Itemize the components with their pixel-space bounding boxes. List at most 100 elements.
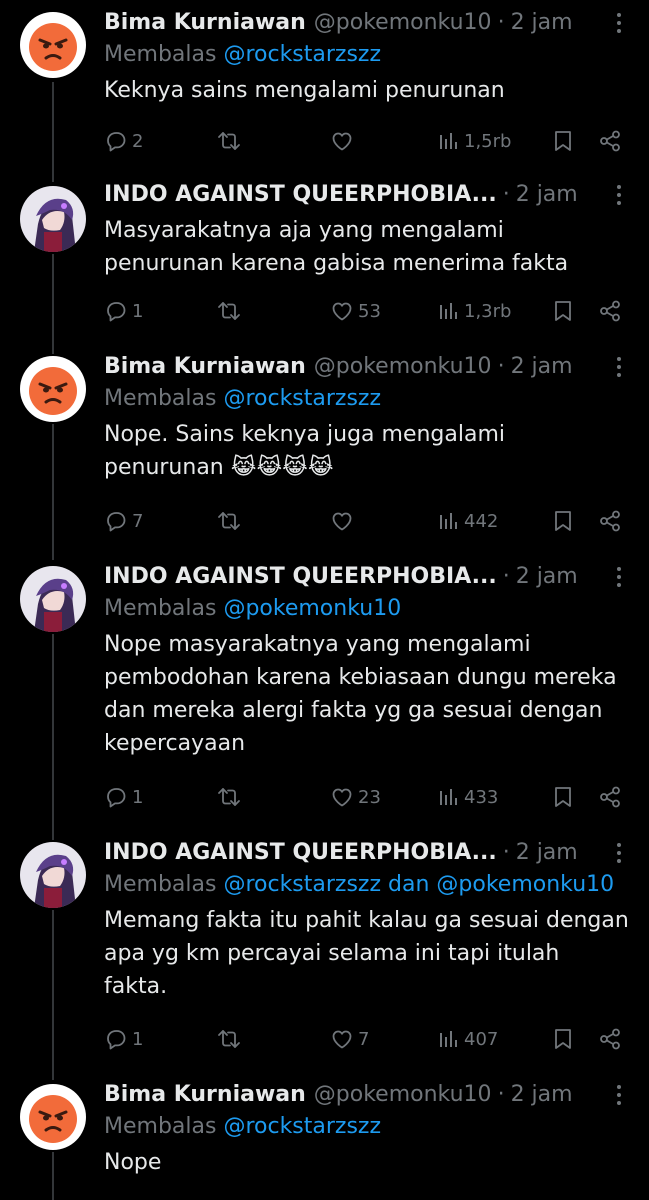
display-name[interactable]: INDO AGAINST QUEERPHOBIA... (104, 838, 497, 868)
like-count: 53 (358, 300, 381, 322)
separator-dot: · (497, 10, 505, 35)
views-icon (438, 509, 460, 533)
bookmark-button[interactable] (552, 296, 574, 326)
bookmark-button[interactable] (552, 1024, 574, 1054)
views-count: 442 (464, 510, 499, 532)
retweet-icon (216, 129, 242, 153)
separator-dot: · (502, 564, 510, 589)
share-button[interactable] (598, 782, 622, 812)
display-name[interactable]: Bima Kurniawan (104, 352, 306, 382)
reply-icon (104, 509, 128, 533)
reply-button[interactable]: 7 (104, 506, 143, 536)
replying-to-label: Membalas (104, 42, 217, 67)
views-icon (438, 129, 460, 153)
avatar-angry-face[interactable] (20, 12, 86, 78)
retweet-button[interactable] (216, 126, 246, 156)
timestamp[interactable]: 2 jam (511, 1080, 573, 1110)
more-options-icon[interactable] (607, 562, 631, 592)
timestamp[interactable]: 2 jam (516, 562, 578, 592)
more-options-icon[interactable] (607, 352, 631, 382)
avatar-angry-face[interactable] (20, 356, 86, 422)
share-icon (598, 299, 622, 323)
views-button[interactable]: 1,5rb (438, 126, 511, 156)
tweet-text: Memang fakta itu pahit kalau ga sesuai d… (104, 908, 629, 999)
avatar-anime-character[interactable] (20, 842, 86, 908)
avatar-anime-character[interactable] (20, 186, 86, 252)
retweet-button[interactable] (216, 506, 246, 536)
replying-to-label: Membalas (104, 1114, 217, 1139)
mention-link[interactable]: @pokemonku10 (436, 872, 614, 897)
separator-dot: · (502, 840, 510, 865)
more-options-icon[interactable] (607, 8, 631, 38)
tweet[interactable]: INDO AGAINST QUEERPHOBIA... · 2 jam Masy… (0, 180, 649, 350)
replying-to-label: Membalas (104, 872, 217, 897)
mention-separator: dan (388, 872, 430, 897)
views-button[interactable]: 1,3rb (438, 296, 511, 326)
display-name[interactable]: INDO AGAINST QUEERPHOBIA... (104, 562, 497, 592)
display-name[interactable]: Bima Kurniawan (104, 8, 306, 38)
views-button[interactable]: 407 (438, 1024, 498, 1054)
like-button[interactable]: 7 (330, 1024, 369, 1054)
like-icon (330, 1027, 354, 1051)
mention-link[interactable]: @rockstarzszz (223, 42, 381, 67)
like-button[interactable] (330, 126, 358, 156)
share-button[interactable] (598, 506, 622, 536)
retweet-button[interactable] (216, 296, 246, 326)
username[interactable]: @pokemonku10 (314, 8, 492, 38)
display-name[interactable]: Bima Kurniawan (104, 1080, 306, 1110)
tweet[interactable]: Bima Kurniawan @pokemonku10 · 2 jam Memb… (0, 352, 649, 562)
separator-dot: · (502, 182, 510, 207)
replying-to-label: Membalas (104, 386, 217, 411)
like-button[interactable]: 23 (330, 782, 381, 812)
timestamp[interactable]: 2 jam (511, 352, 573, 382)
bookmark-button[interactable] (552, 126, 574, 156)
reply-button[interactable]: 1 (104, 782, 143, 812)
username[interactable]: @pokemonku10 (314, 1080, 492, 1110)
timestamp[interactable]: 2 jam (516, 180, 578, 210)
mention-link[interactable]: @rockstarzszz (223, 386, 381, 411)
retweet-button[interactable] (216, 1024, 246, 1054)
replying-to-label: Membalas (104, 596, 217, 621)
reply-count: 1 (132, 300, 144, 322)
tweet-text: Nope masyarakatnya yang mengalami pembod… (104, 632, 617, 756)
mention-link[interactable]: @pokemonku10 (223, 596, 401, 621)
mention-link[interactable]: @rockstarzszz (223, 1114, 381, 1139)
share-button[interactable] (598, 296, 622, 326)
reply-button[interactable]: 1 (104, 1024, 143, 1054)
like-button[interactable]: 53 (330, 296, 381, 326)
tweet[interactable]: Bima Kurniawan @pokemonku10 · 2 jam Memb… (0, 8, 649, 178)
reply-icon (104, 299, 128, 323)
tweet[interactable]: Bima Kurniawan @pokemonku10 · 2 jam Memb… (0, 1080, 649, 1200)
reply-icon (104, 129, 128, 153)
replying-to: Membalas @rockstarzszz dan @pokemonku10 (104, 868, 629, 902)
bookmark-button[interactable] (552, 506, 574, 536)
more-options-icon[interactable] (607, 180, 631, 210)
avatar-angry-face[interactable] (20, 1084, 86, 1150)
reply-button[interactable]: 2 (104, 126, 143, 156)
share-button[interactable] (598, 1024, 622, 1054)
more-options-icon[interactable] (607, 1080, 631, 1110)
tweet[interactable]: INDO AGAINST QUEERPHOBIA... · 2 jam Memb… (0, 838, 649, 1078)
reply-button[interactable]: 1 (104, 296, 143, 326)
views-button[interactable]: 433 (438, 782, 498, 812)
share-icon (598, 129, 622, 153)
views-icon (438, 1027, 460, 1051)
avatar-anime-character[interactable] (20, 566, 86, 632)
retweet-button[interactable] (216, 782, 246, 812)
username[interactable]: @pokemonku10 (314, 352, 492, 382)
display-name[interactable]: INDO AGAINST QUEERPHOBIA... (104, 180, 497, 210)
mention-link[interactable]: @rockstarzszz (223, 872, 381, 897)
reply-count: 7 (132, 510, 144, 532)
timestamp[interactable]: 2 jam (516, 838, 578, 868)
views-button[interactable]: 442 (438, 506, 498, 536)
more-options-icon[interactable] (607, 838, 631, 868)
share-button[interactable] (598, 126, 622, 156)
tweet[interactable]: INDO AGAINST QUEERPHOBIA... · 2 jam Memb… (0, 562, 649, 836)
separator-dot: · (497, 1082, 505, 1107)
bookmark-button[interactable] (552, 782, 574, 812)
views-count: 433 (464, 786, 499, 808)
timestamp[interactable]: 2 jam (511, 8, 573, 38)
like-button[interactable] (330, 506, 358, 536)
tweet-text: Nope (104, 1150, 162, 1175)
share-icon (598, 1027, 622, 1051)
